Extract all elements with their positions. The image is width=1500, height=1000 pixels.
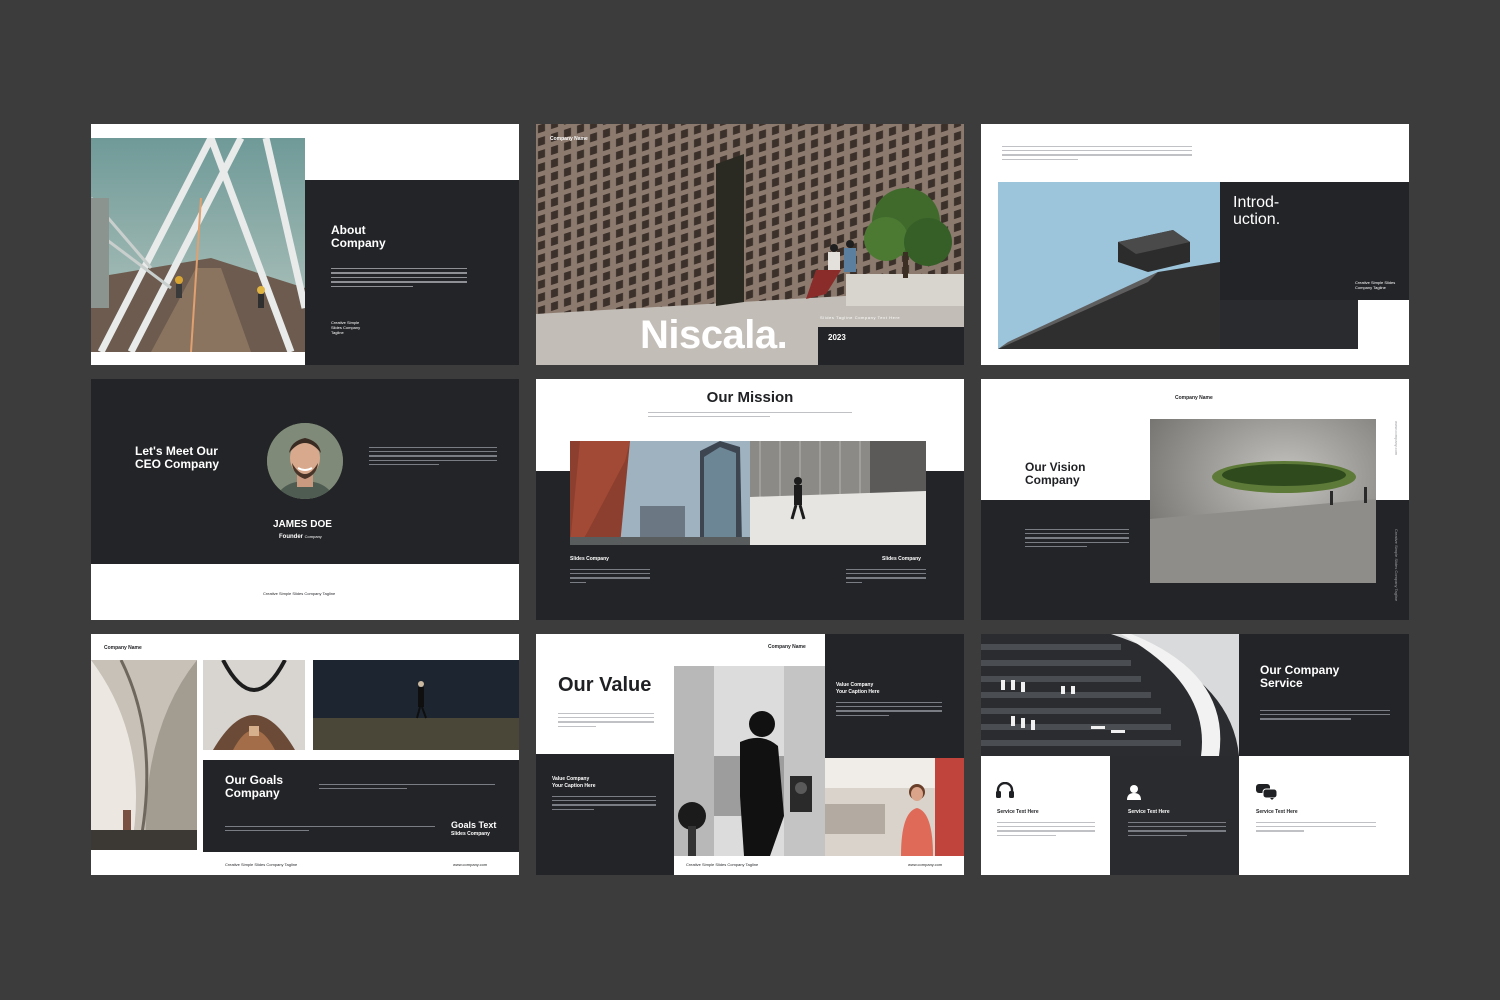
slide-meet-ceo[interactable]: Let's Meet Our CEO Company JAMES DOE Fou… bbox=[91, 379, 519, 620]
ceo-name: JAMES DOE bbox=[273, 519, 332, 530]
service-card-2-text bbox=[1128, 822, 1226, 836]
service-card-3[interactable]: Service Text Here bbox=[1239, 756, 1409, 875]
mission-right-label: Slides Company bbox=[882, 556, 921, 562]
vision-company-name: Company Name bbox=[1175, 395, 1213, 401]
value-caption-right-1: Value Company bbox=[836, 682, 874, 688]
goals-url: www.company.com bbox=[453, 862, 488, 867]
value-caption-right-2: Your Caption Here bbox=[836, 689, 880, 695]
cover-company-name: Company Name bbox=[550, 136, 588, 142]
about-title: About Company bbox=[331, 223, 386, 250]
service-title: Our Company Service bbox=[1260, 663, 1340, 690]
slide-our-value[interactable]: Company Name Our Value Value Company You… bbox=[536, 634, 964, 875]
goals-text-label: Goals Text bbox=[451, 820, 497, 830]
service-card-2-label: Service Text Here bbox=[1128, 809, 1170, 815]
ceo-body-text bbox=[369, 447, 497, 465]
slide-our-mission[interactable]: Our Mission Slides Company Slides Compan… bbox=[536, 379, 964, 620]
value-caption-left-1: Value Company bbox=[552, 776, 590, 782]
mission-left-label: Slides Company bbox=[570, 556, 609, 562]
chat-icon bbox=[1256, 784, 1278, 805]
intro-top-text bbox=[1002, 146, 1192, 160]
vision-body-text bbox=[1025, 529, 1129, 547]
cover-tagline: Slides Tagline Company Text Here bbox=[820, 315, 901, 320]
goals-body-text-2 bbox=[225, 826, 435, 832]
value-tagline: Creative Simple Slides Company Tagline bbox=[686, 862, 759, 867]
ceo-role: Founder Company bbox=[279, 534, 322, 540]
mission-photo-walker bbox=[750, 441, 926, 545]
mission-photo-buildings bbox=[570, 441, 750, 545]
intro-tagline: Creative Simple Slides Company Tagline bbox=[1355, 280, 1396, 290]
slide-our-company-service[interactable]: Our Company Service Service Text Here Se… bbox=[981, 634, 1409, 875]
value-body-text bbox=[558, 713, 654, 727]
service-card-1-label: Service Text Here bbox=[997, 809, 1039, 815]
value-caption-left-2: Your Caption Here bbox=[552, 783, 596, 789]
vision-side-tagline: Creative Simple Slides Company Tagline bbox=[1394, 529, 1399, 602]
user-icon bbox=[1126, 784, 1142, 805]
goals-photo-curved-hall bbox=[91, 660, 197, 850]
cover-title: Niscala. bbox=[640, 313, 788, 357]
value-title: Our Value bbox=[558, 674, 652, 696]
mission-title: Our Mission bbox=[706, 389, 794, 406]
about-photo-bridge bbox=[91, 138, 305, 352]
value-url: www.company.com bbox=[908, 862, 943, 867]
value-photo-silhouette bbox=[674, 666, 825, 856]
value-dark-panel-right bbox=[825, 634, 964, 758]
slide-about-company[interactable]: About Company Creative Simple Slides Com… bbox=[91, 124, 519, 365]
service-card-1[interactable]: Service Text Here bbox=[981, 756, 1110, 875]
intro-dark-strip bbox=[1220, 300, 1358, 349]
about-tagline: Creative Simple Slides Company Tagline bbox=[331, 320, 361, 335]
vision-side-url: www.company.com bbox=[1394, 421, 1399, 456]
slide-introduction[interactable]: Introd- uction. Creative Simple Slides C… bbox=[981, 124, 1409, 365]
ceo-avatar bbox=[267, 423, 343, 499]
vision-title: Our Vision Company bbox=[1025, 460, 1086, 487]
service-dark-panel-top bbox=[1239, 634, 1409, 756]
value-company-name: Company Name bbox=[768, 644, 806, 650]
mission-left-text bbox=[570, 569, 650, 583]
vision-photo-tunnel bbox=[1150, 419, 1376, 583]
goals-text-sub: Slides Company bbox=[451, 831, 490, 837]
intro-photo-architecture bbox=[998, 182, 1220, 349]
service-photo-ceiling bbox=[981, 634, 1239, 756]
ceo-tagline: Creative Simple Slides Company Tagline bbox=[263, 591, 336, 596]
cover-year: 2023 bbox=[828, 333, 846, 342]
value-right-text bbox=[836, 702, 942, 716]
goals-title: Our Goals Company bbox=[225, 773, 284, 800]
ceo-role-label: Founder bbox=[279, 534, 303, 540]
service-body-text bbox=[1260, 710, 1390, 720]
service-card-3-label: Service Text Here bbox=[1256, 809, 1298, 815]
goals-photo-night-walk bbox=[313, 660, 519, 750]
about-body-text bbox=[331, 268, 467, 287]
slide-our-goals[interactable]: Company Name Our Goals Company Goals Tex… bbox=[91, 634, 519, 875]
mission-right-text bbox=[846, 569, 926, 583]
goals-photo-atrium bbox=[203, 660, 305, 750]
service-card-3-text bbox=[1256, 822, 1376, 832]
goals-company-name: Company Name bbox=[104, 645, 142, 651]
value-photo-office bbox=[825, 758, 964, 856]
service-card-2[interactable]: Service Text Here bbox=[1110, 756, 1239, 875]
goals-tagline: Creative Simple Slides Company Tagline bbox=[225, 862, 298, 867]
ceo-title: Let's Meet Our CEO Company bbox=[135, 444, 220, 471]
mission-body-text bbox=[648, 412, 852, 418]
value-dark-panel-left bbox=[536, 754, 674, 875]
headset-icon bbox=[995, 781, 1015, 805]
ceo-role-suffix: Company bbox=[304, 534, 322, 539]
service-card-1-text bbox=[997, 822, 1095, 836]
slide-cover-niscala[interactable]: Company Name Niscala. Slides Tagline Com… bbox=[536, 124, 964, 365]
value-left-text bbox=[552, 796, 656, 810]
slide-our-vision[interactable]: Company Name Our Vision Company www.comp… bbox=[981, 379, 1409, 620]
goals-body-text bbox=[319, 784, 495, 790]
intro-title: Introd- uction. bbox=[1233, 194, 1281, 228]
